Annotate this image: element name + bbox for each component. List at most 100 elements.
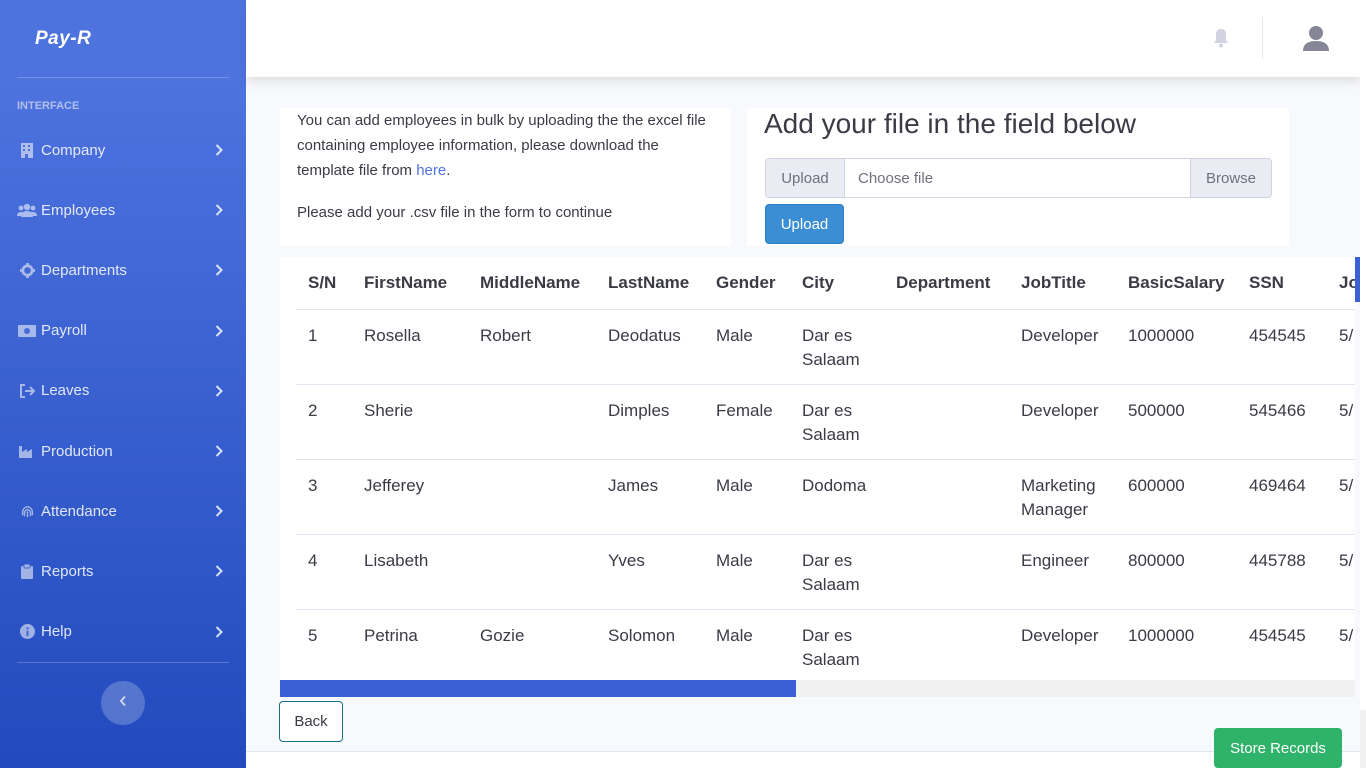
info-text: You can add employees in bulk by uploadi…	[297, 108, 714, 183]
industry-icon	[17, 443, 37, 459]
table-cell	[884, 534, 1009, 610]
info-card: You can add employees in bulk by uploadi…	[280, 108, 731, 246]
table-cell: 500000	[1116, 384, 1237, 460]
table-cell: Developer	[1009, 609, 1116, 685]
table-cell: Petrina	[352, 609, 468, 685]
template-download-link[interactable]: here	[416, 162, 446, 179]
upload-title: Add your file in the field below	[764, 108, 1136, 139]
chevron-right-icon	[214, 564, 224, 578]
table-cell: 600000	[1116, 459, 1237, 535]
table-cell: Engineer	[1009, 534, 1116, 610]
table-cell: Male	[704, 459, 790, 535]
table-cell: Deodatus	[596, 309, 704, 385]
table-cell: 445788	[1237, 534, 1327, 610]
table-cell: 800000	[1116, 534, 1237, 610]
chevron-right-icon	[214, 384, 224, 398]
table-horizontal-scrollbar[interactable]	[280, 680, 1355, 697]
sidebar-item-label: Departments	[41, 261, 127, 279]
cog-icon	[17, 262, 37, 278]
bell-icon[interactable]	[1212, 28, 1232, 48]
table-cell: Marketing Manager	[1009, 459, 1116, 535]
table-row: 2 Sherie Dimples Female Dar es Salaam De…	[296, 384, 1355, 460]
table-cell: Dar es Salaam	[790, 609, 884, 685]
upload-button[interactable]: Upload	[765, 204, 844, 244]
table-cell: Dimples	[596, 384, 704, 460]
column-header: FirstName	[352, 257, 468, 310]
sidebar-item-label: Attendance	[41, 502, 117, 520]
page-vertical-scrollbar[interactable]	[1360, 0, 1366, 768]
topbar-divider	[1262, 17, 1263, 59]
back-button[interactable]: Back	[279, 701, 343, 742]
info-text-body: You can add employees in bulk by uploadi…	[297, 112, 706, 179]
column-header: Jo	[1327, 257, 1355, 310]
table-cell: Solomon	[596, 609, 704, 685]
chevron-right-icon	[214, 625, 224, 639]
fingerprint-icon	[17, 503, 37, 519]
sidebar-item-company[interactable]: Company	[0, 120, 246, 180]
column-header: Department	[884, 257, 1009, 310]
table-cell: Dodoma	[790, 459, 884, 535]
table-cell: Sherie	[352, 384, 468, 460]
table-cell: Male	[704, 309, 790, 385]
sidebar-item-departments[interactable]: Departments	[0, 240, 246, 300]
browse-button[interactable]: Browse	[1190, 159, 1271, 197]
table-cell: Dar es Salaam	[790, 534, 884, 610]
sidebar-item-label: Payroll	[41, 322, 87, 340]
table-cell: 5	[296, 609, 352, 685]
user-avatar-icon[interactable]	[1302, 24, 1330, 52]
table-cell: 5/	[1327, 384, 1355, 460]
chevron-right-icon	[214, 324, 224, 338]
table-header-row: S/N FirstName MiddleName LastName Gender…	[296, 257, 1355, 310]
table-cell: Rosella	[352, 309, 468, 385]
table-cell: 5/	[1327, 534, 1355, 610]
sidebar-item-payroll[interactable]: Payroll	[0, 301, 246, 361]
chevron-left-icon	[119, 694, 127, 712]
brand-logo[interactable]: Pay-R	[0, 0, 246, 77]
column-header: LastName	[596, 257, 704, 310]
table-cell: Developer	[1009, 384, 1116, 460]
column-header: MiddleName	[468, 257, 596, 310]
file-input-group: Upload Choose file Browse	[765, 158, 1272, 198]
employees-table: S/N FirstName MiddleName LastName Gender…	[296, 257, 1355, 685]
sidebar-item-help[interactable]: Help	[0, 602, 246, 662]
sidebar-item-reports[interactable]: Reports	[0, 541, 246, 601]
table-cell: Female	[704, 384, 790, 460]
table-cell: 1000000	[1116, 609, 1237, 685]
table-cell: 4	[296, 534, 352, 610]
sidebar-toggle-button[interactable]	[101, 680, 145, 725]
chevron-right-icon	[214, 263, 224, 277]
sidebar-item-employees[interactable]: Employees	[0, 180, 246, 240]
sidebar-heading: INTERFACE	[17, 100, 80, 112]
users-icon	[17, 202, 37, 218]
file-input[interactable]: Choose file	[845, 159, 1190, 197]
upload-prepend-label: Upload	[766, 159, 845, 197]
table-cell: 469464	[1237, 459, 1327, 535]
table-cell: Dar es Salaam	[790, 309, 884, 385]
store-records-button[interactable]: Store Records	[1214, 728, 1342, 768]
sidebar: Pay-R INTERFACE Company Employees Depart…	[0, 0, 246, 768]
scrollbar-thumb[interactable]	[1360, 0, 1366, 710]
sidebar-item-attendance[interactable]: Attendance	[0, 481, 246, 541]
sidebar-item-leaves[interactable]: Leaves	[0, 361, 246, 421]
table-cell: 454545	[1237, 309, 1327, 385]
sidebar-item-label: Help	[41, 623, 72, 641]
table-cell: 5/	[1327, 309, 1355, 385]
sign-out-icon	[17, 383, 37, 399]
table-cell	[884, 609, 1009, 685]
instruction-text: Please add your .csv file in the form to…	[297, 204, 613, 221]
table-cell	[884, 459, 1009, 535]
upload-card: Add your file in the field below Upload …	[747, 108, 1289, 246]
table-cell: 2	[296, 384, 352, 460]
table-cell: Developer	[1009, 309, 1116, 385]
column-header: BasicSalary	[1116, 257, 1237, 310]
table-cell	[468, 384, 596, 460]
scrollbar-thumb[interactable]	[280, 680, 796, 697]
table-cell: 5/	[1327, 459, 1355, 535]
chevron-right-icon	[214, 504, 224, 518]
sidebar-item-production[interactable]: Production	[0, 421, 246, 481]
building-icon	[17, 142, 37, 158]
table-row: 1 Rosella Robert Deodatus Male Dar es Sa…	[296, 309, 1355, 385]
sidebar-item-label: Reports	[41, 562, 94, 580]
table-cell	[468, 534, 596, 610]
table-cell	[884, 384, 1009, 460]
